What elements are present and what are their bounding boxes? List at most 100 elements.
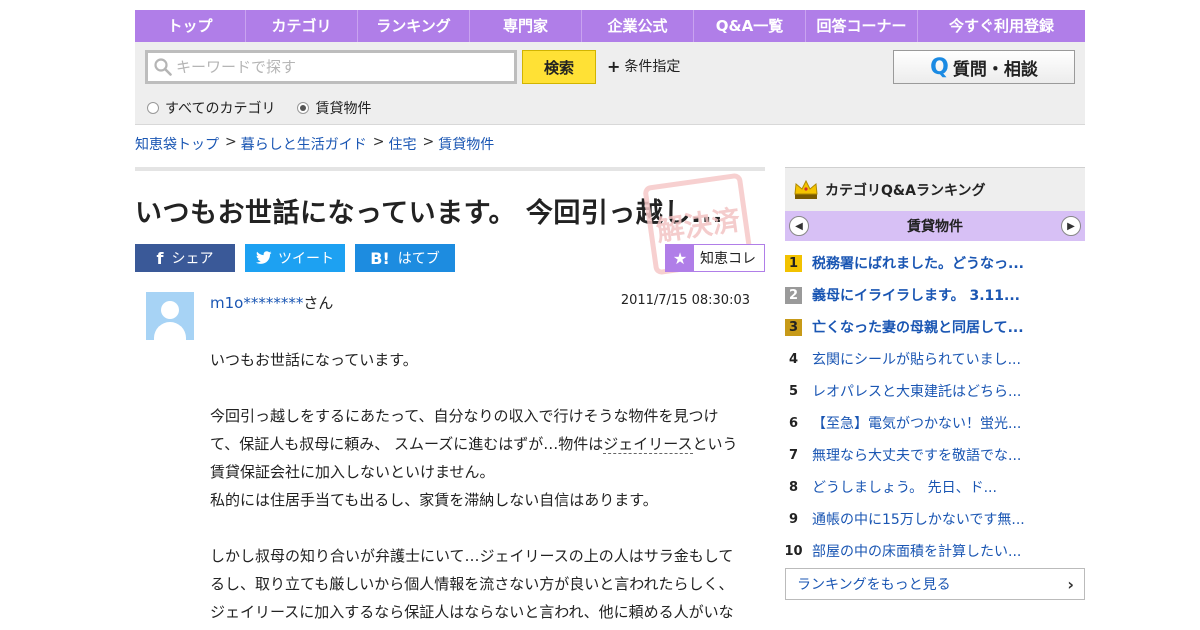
breadcrumb-chiebukuro-top[interactable]: 知恵袋トップ [135,134,219,154]
share-hatena-button[interactable]: B! はてブ [355,244,455,272]
post-date: 2011/7/15 08:30:03 [620,293,750,308]
rank-number: 4 [788,351,799,367]
share-hatena-label: はてブ [397,251,440,267]
list-item[interactable]: 2 義母にイライラします。 3.11... [785,279,1085,311]
question-column: 解決済 いつもお世話になっています。 今回引っ越し... f シェア ツイート … [135,167,765,621]
avatar-head-icon [161,301,179,319]
conditions-toggle[interactable]: + 条件指定 [607,56,680,76]
share-twitter-button[interactable]: ツイート [245,244,345,272]
ask-question-label: 質問・相談 [952,59,1038,80]
list-item[interactable]: 10 部屋の中の床面積を計算したい... [784,535,1085,567]
rank-link[interactable]: 玄関にシールが貼られていまし... [812,349,1021,369]
more-ranking-link[interactable]: ランキングをもっと見る › [785,568,1085,600]
list-item[interactable]: 8 どうしましょう。 先日、ド... [785,471,1085,503]
share-bar: f シェア ツイート B! はてブ ★ 知恵コレ [135,244,765,272]
search-input[interactable] [176,58,496,76]
ranking-header: カテゴリQ&Aランキング [785,167,1085,211]
chiecolle-label: 知恵コレ [700,251,756,267]
rank-link[interactable]: 通帳の中に15万しかないです無... [812,509,1025,529]
rank-link[interactable]: 【至急】電気がつかない！蛍光... [812,413,1021,433]
list-item[interactable]: 6 【至急】電気がつかない！蛍光... [785,407,1085,439]
twitter-bird-icon [256,251,272,264]
radio-off-icon [147,102,159,114]
chiecolle-button[interactable]: ★ 知恵コレ [665,244,765,272]
author-link[interactable]: m1o******** [210,294,303,312]
rank-link[interactable]: レオパレスと大東建託はどちら... [812,381,1021,401]
search-field-wrap [145,50,517,84]
rank-link[interactable]: 義母にイライラします。 3.11... [812,285,1020,305]
rank-number: 9 [788,511,799,527]
rank-number: 7 [788,447,799,463]
keyword-link[interactable]: ジェイリース [603,435,693,454]
ranking-list: 1 税務署にばれました。どうなっ... 2 義母にイライラします。 3.11... … [784,247,1085,567]
category-scope: すべてのカテゴリ 賃貸物件 [147,98,393,118]
author: m1o********さん [210,292,333,313]
breadcrumb: 知恵袋トップ > 暮らしと生活ガイド > 住宅 > 賃貸物件 [135,134,494,154]
rank-number: 2 [785,286,802,304]
breadcrumb-separator: > [225,134,237,150]
radio-current-category[interactable]: 賃貸物件 [297,98,371,118]
question-body: いつもお世話になっています。 今回引っ越しをするにあたって、自分なりの収入で行け… [210,346,745,630]
share-facebook-button[interactable]: f シェア [135,244,235,272]
hatena-b-icon: B! [370,248,390,268]
breadcrumb-separator: > [422,134,435,150]
facebook-icon: f [156,248,164,268]
list-item[interactable]: 7 無理なら大丈夫ですを敬語でな... [785,439,1085,471]
rank-number: 10 [784,543,803,559]
body-paragraph: いつもお世話になっています。 [210,351,418,369]
list-item[interactable]: 5 レオパレスと大東建託はどちら... [785,375,1085,407]
breadcrumb-life-guide[interactable]: 暮らしと生活ガイド [241,134,367,154]
radio-all-label: すべてのカテゴリ [165,101,276,117]
rank-link[interactable]: 無理なら大丈夫ですを敬語でな... [812,445,1021,465]
ask-question-button[interactable]: Q 質問・相談 [893,50,1075,84]
ranking-title: カテゴリQ&Aランキング [825,182,986,199]
nav-official[interactable]: 企業公式 [582,10,694,42]
body-paragraph: 私的には住居手当ても出るし、家賃を滞納しない自信はあります。 [210,491,658,509]
prev-arrow-icon[interactable]: ◀ [789,216,809,236]
ranking-category: 賃貸物件 [907,219,963,235]
more-ranking-label: ランキングをもっと見る [797,577,951,593]
nav-experts[interactable]: 専門家 [470,10,582,42]
breadcrumb-housing[interactable]: 住宅 [388,134,416,154]
share-facebook-label: シェア [171,251,214,267]
share-twitter-label: ツイート [278,251,334,267]
star-icon: ★ [666,245,694,271]
nav-category[interactable]: カテゴリ [246,10,358,42]
rank-number: 8 [788,479,799,495]
rank-number: 5 [788,383,799,399]
rank-link[interactable]: 亡くなった妻の母親と同居して... [812,317,1024,337]
radio-all-categories[interactable]: すべてのカテゴリ [147,98,275,118]
rank-number: 3 [785,318,802,336]
search-button[interactable]: 検索 [522,50,596,84]
divider [135,167,765,171]
list-item[interactable]: 3 亡くなった妻の母親と同居して... [785,311,1085,343]
next-arrow-icon[interactable]: ▶ [1061,216,1081,236]
nav-ranking[interactable]: ランキング [358,10,470,42]
plus-icon: + [607,56,621,76]
crown-icon [794,179,818,199]
list-item[interactable]: 9 通帳の中に15万しかないです無... [785,503,1085,535]
rank-link[interactable]: 税務署にばれました。どうなっ... [812,253,1024,273]
search-icon [154,58,172,76]
nav-register[interactable]: 今すぐ利用登録 [918,10,1085,42]
list-item[interactable]: 4 玄関にシールが貼られていまし... [785,343,1085,375]
author-suffix: さん [303,294,334,312]
nav-qa-list[interactable]: Q&A一覧 [694,10,806,42]
radio-on-icon [297,102,310,114]
nav-top[interactable]: トップ [135,10,246,42]
rank-number: 1 [785,254,802,272]
avatar[interactable] [146,292,194,340]
chevron-right-icon: › [1067,575,1074,594]
rank-link[interactable]: どうしましょう。 先日、ド... [812,477,997,497]
global-nav: トップ カテゴリ ランキング 専門家 企業公式 Q&A一覧 回答コーナー 今すぐ… [135,10,1085,42]
rank-number: 6 [788,415,799,431]
body-paragraph: しかし叔母の知り合いが弁護士にいて…ジェイリースの上の人はサラ金もしてるし、取り… [210,547,734,621]
nav-answer-corner[interactable]: 回答コーナー [806,10,918,42]
breadcrumb-rental[interactable]: 賃貸物件 [438,134,494,154]
rank-link[interactable]: 部屋の中の床面積を計算したい... [812,541,1021,561]
body-paragraph: 今回引っ越しをするにあたって、自分なりの収入で行けそうな物件を見つけて、保証人も… [210,402,745,486]
list-item[interactable]: 1 税務署にばれました。どうなっ... [785,247,1085,279]
breadcrumb-separator: > [372,134,385,150]
avatar-body-icon [154,322,186,340]
radio-category-label: 賃貸物件 [315,101,372,117]
